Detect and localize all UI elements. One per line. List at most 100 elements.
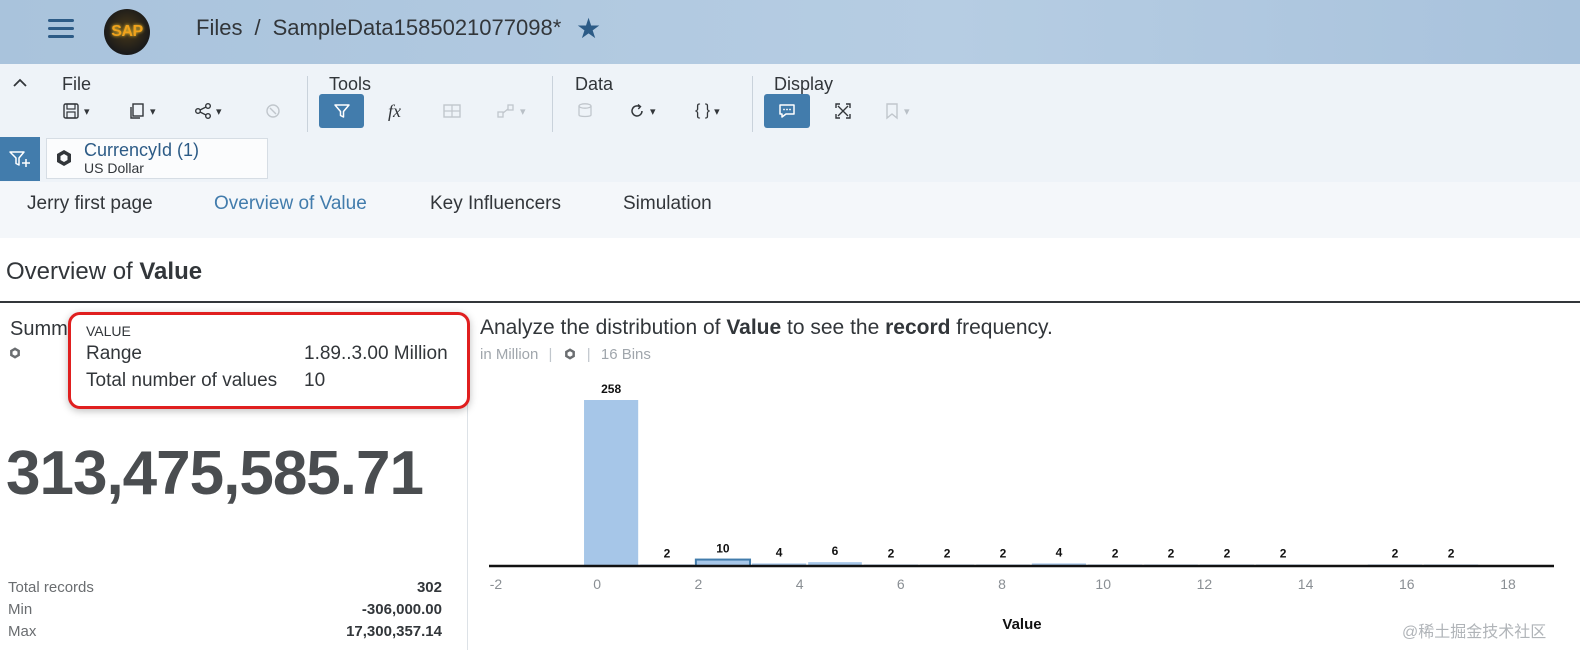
bar-count-label: 6 [832,544,839,558]
tooltip-count-label: Total number of values [86,370,278,391]
add-filter-button[interactable] [0,137,40,181]
filter-chip-value: US Dollar [84,160,144,176]
histogram-bar-labels: 258 2 10 4 6 2 2 2 4 2 2 2 2 2 2 [601,382,1455,561]
watermark: @稀土掘金技术社区 [1402,624,1547,641]
bar-count-label: 2 [1000,547,1007,561]
dimension-cube-icon [8,346,22,363]
bar-count-label: 2 [888,547,895,561]
bar-count-label: 2 [1392,547,1399,561]
discard-icon [266,104,280,118]
stat-label-min: Min [8,601,33,618]
bookmark-button[interactable]: ▾ [884,96,924,126]
x-tick-label: 0 [593,576,601,592]
histogram-bar[interactable] [584,400,639,566]
toolbar-group-data-label: Data [575,74,614,94]
breadcrumb-separator: / [254,15,261,40]
x-tick-label: 8 [998,576,1006,592]
filter-tool-button[interactable] [319,94,364,128]
toolbar-group-file-label: File [62,74,92,94]
logo-text: SAP [111,23,143,40]
toolbar-group-display-label: Display [774,74,834,94]
summary-title: Summ [10,318,68,340]
chevron-down-icon: ▾ [520,105,526,118]
bar-count-label: 2 [1224,547,1231,561]
chevron-down-icon: ▾ [904,105,910,118]
tab-overview-of-value[interactable]: Overview of Value [214,193,367,215]
x-tick-label: 2 [695,576,703,592]
title-part: to see the [781,316,886,339]
filter-chip-name: CurrencyId (1) [84,140,200,160]
stat-label-total-records: Total records [8,579,94,596]
filter-add-icon [9,151,30,167]
toolbar-separator [307,76,308,132]
toolbar-group-tools-label: Tools [329,74,372,94]
save-button[interactable]: ▾ [62,96,104,126]
subtitle-separator: | [548,346,553,363]
breadcrumb-files-link[interactable]: Files [196,15,242,40]
copy-icon [130,103,144,119]
bar-count-label: 2 [1112,547,1119,561]
curly-braces-icon: { } [695,102,711,119]
save-icon [63,103,79,119]
bar-count-label: 258 [601,382,621,396]
tab-jerry-first-page[interactable]: Jerry first page [27,193,153,215]
breadcrumb-file-name: SampleData1585021077098* [272,15,562,40]
distribution-subtitle: in Million | | 16 Bins [480,346,651,363]
tab-key-influencers[interactable]: Key Influencers [430,193,561,215]
refresh-icon [631,103,643,117]
unit-label: in Million [480,346,539,363]
toolbar-separator [752,76,753,132]
chevron-down-icon: ▾ [650,105,656,118]
comments-button[interactable] [764,94,810,128]
x-tick-label: 18 [1500,576,1516,592]
discard-button[interactable] [264,96,286,126]
x-axis-title: Value [1002,616,1041,633]
breadcrumb: Files / SampleData1585021077098* [196,15,561,41]
stat-value-total-records: 302 [416,579,442,596]
stat-label-max: Max [8,623,37,640]
table-icon [443,104,461,118]
bookmark-icon [886,103,898,120]
page-title-prefix: Overview of [6,258,140,285]
stat-value-min: -306,000.00 [361,601,442,618]
title-part-bold: Value [726,316,782,339]
formula-button[interactable]: fx [388,96,410,126]
data-source-button[interactable] [576,96,600,126]
script-button[interactable]: { } ▾ [695,96,737,126]
input-control-button[interactable] [442,96,466,126]
tooltip-range-value: 1.89..3.00 Million [304,343,448,364]
x-tick-label: 10 [1095,576,1111,592]
x-tick-label: 12 [1197,576,1213,592]
refresh-button[interactable]: ▾ [628,96,670,126]
share-button[interactable]: ▾ [194,96,236,126]
filter-icon [333,104,350,118]
page-title-bold: Value [139,258,203,285]
title-part: frequency. [950,316,1053,339]
subtitle-separator: | [586,346,591,363]
share-icon [195,103,211,119]
sap-logo[interactable]: SAP [104,9,150,55]
favorite-star-icon[interactable]: ★ [576,12,601,45]
toolbar-separator [552,76,553,132]
bar-count-label: 4 [1056,545,1063,559]
x-tick-label: -2 [490,576,503,592]
title-part-bold: record [885,316,951,339]
tooltip-count-value: 10 [304,370,326,391]
fullscreen-button[interactable] [834,96,856,126]
x-tick-label: 14 [1298,576,1314,592]
linked-analysis-button[interactable]: ▾ [496,96,538,126]
tab-simulation[interactable]: Simulation [623,193,712,215]
collapse-toolbar-chevron-up-icon[interactable] [12,76,28,94]
histogram-chart[interactable]: 258 2 10 4 6 2 2 2 4 2 2 2 2 2 2 -2 0 2 4 6 8 10 12 14 16 18 Val… [470,370,1570,640]
x-tick-label: 16 [1399,576,1415,592]
copy-button[interactable]: ▾ [128,96,170,126]
bins-label: 16 Bins [600,346,651,363]
menu-icon[interactable] [46,16,76,42]
tooltip-range-label: Range [86,343,142,364]
title-part: Analyze the distribution of [480,316,727,339]
formula-fx-icon: fx [388,100,401,121]
link-nodes-icon [497,104,514,118]
bar-count-label: 2 [1168,547,1175,561]
dimension-cube-icon [564,348,575,360]
bar-count-label: 2 [664,547,671,561]
